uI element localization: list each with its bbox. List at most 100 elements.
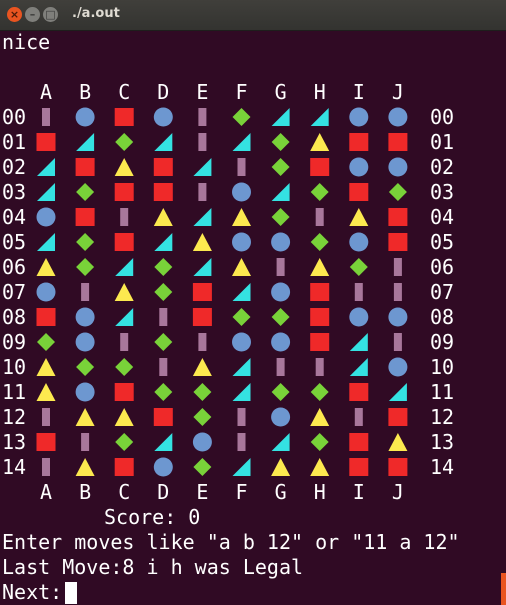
bar-piece[interactable] [315, 358, 324, 376]
triangle-piece[interactable] [75, 458, 95, 476]
triangle-piece[interactable] [310, 258, 330, 276]
wedge-piece[interactable] [154, 433, 173, 451]
bar-piece[interactable] [276, 358, 285, 376]
wedge-piece[interactable] [154, 233, 173, 251]
wedge-piece[interactable] [76, 133, 95, 151]
wedge-piece[interactable] [37, 233, 55, 251]
wedge-piece[interactable] [232, 283, 251, 301]
square-piece[interactable] [36, 133, 56, 151]
bar-piece[interactable] [159, 358, 168, 376]
diamond-piece[interactable] [310, 383, 329, 401]
bar-piece[interactable] [393, 333, 402, 351]
bar-piece[interactable] [81, 433, 90, 451]
wedge-piece[interactable] [154, 133, 173, 151]
window-titlebar[interactable]: × – □ ./a.out [0, 0, 506, 31]
triangle-piece[interactable] [192, 233, 212, 251]
wedge-piece[interactable] [193, 208, 212, 226]
diamond-piece[interactable] [154, 383, 173, 401]
diamond-piece[interactable] [115, 133, 134, 151]
wedge-piece[interactable] [271, 183, 290, 201]
triangle-piece[interactable] [75, 408, 95, 426]
diamond-piece[interactable] [310, 233, 329, 251]
square-piece[interactable] [388, 133, 408, 151]
circle-piece[interactable] [349, 107, 369, 127]
diamond-piece[interactable] [232, 308, 251, 326]
wedge-piece[interactable] [115, 258, 134, 276]
square-piece[interactable] [114, 383, 134, 401]
square-piece[interactable] [75, 158, 95, 176]
circle-piece[interactable] [388, 107, 408, 127]
triangle-piece[interactable] [36, 358, 56, 376]
triangle-piece[interactable] [153, 208, 173, 226]
bar-piece[interactable] [81, 283, 90, 301]
wedge-piece[interactable] [115, 308, 134, 326]
diamond-piece[interactable] [193, 408, 212, 426]
bar-piece[interactable] [42, 108, 50, 126]
circle-piece[interactable] [388, 307, 408, 327]
bar-piece[interactable] [198, 133, 207, 151]
square-piece[interactable] [75, 208, 95, 226]
diamond-piece[interactable] [115, 358, 134, 376]
triangle-piece[interactable] [310, 133, 330, 151]
triangle-piece[interactable] [310, 408, 330, 426]
bar-piece[interactable] [237, 158, 246, 176]
triangle-piece[interactable] [36, 258, 56, 276]
diamond-piece[interactable] [154, 283, 173, 301]
square-piece[interactable] [349, 133, 369, 151]
square-piece[interactable] [310, 333, 330, 351]
bar-piece[interactable] [393, 258, 402, 276]
triangle-piece[interactable] [114, 408, 134, 426]
square-piece[interactable] [310, 308, 330, 326]
diamond-piece[interactable] [193, 383, 212, 401]
circle-piece[interactable] [388, 157, 408, 177]
bar-piece[interactable] [237, 408, 246, 426]
triangle-piece[interactable] [232, 208, 251, 226]
wedge-piece[interactable] [349, 358, 368, 376]
bar-piece[interactable] [354, 283, 363, 301]
square-piece[interactable] [349, 458, 369, 476]
diamond-piece[interactable] [76, 258, 95, 276]
bar-piece[interactable] [198, 108, 207, 126]
bar-piece[interactable] [315, 208, 324, 226]
circle-piece[interactable] [75, 107, 95, 127]
diamond-piece[interactable] [310, 433, 329, 451]
bar-piece[interactable] [393, 283, 402, 301]
maximize-icon[interactable]: □ [43, 7, 58, 22]
square-piece[interactable] [114, 108, 134, 126]
bar-piece[interactable] [120, 333, 129, 351]
minimize-icon[interactable]: – [25, 7, 40, 22]
square-piece[interactable] [36, 433, 56, 451]
circle-piece[interactable] [75, 332, 95, 352]
circle-piece[interactable] [349, 307, 369, 327]
bar-piece[interactable] [120, 208, 129, 226]
wedge-piece[interactable] [388, 383, 407, 401]
square-piece[interactable] [114, 458, 134, 476]
diamond-piece[interactable] [193, 458, 212, 476]
diamond-piece[interactable] [154, 258, 173, 276]
diamond-piece[interactable] [115, 433, 134, 451]
circle-piece[interactable] [153, 107, 173, 127]
bar-piece[interactable] [42, 408, 50, 426]
wedge-piece[interactable] [232, 358, 251, 376]
diamond-piece[interactable] [154, 333, 173, 351]
circle-piece[interactable] [232, 232, 251, 252]
circle-piece[interactable] [271, 232, 291, 252]
square-piece[interactable] [388, 233, 408, 251]
wedge-piece[interactable] [232, 133, 251, 151]
square-piece[interactable] [153, 158, 173, 176]
terminal-area[interactable]: nice A A B B C C D D E E F F G G H H I I J J 00 00 01 01 02 02 03 0… [0, 30, 506, 605]
square-piece[interactable] [36, 308, 56, 326]
square-piece[interactable] [310, 158, 330, 176]
triangle-piece[interactable] [232, 258, 251, 276]
square-piece[interactable] [192, 283, 212, 301]
circle-piece[interactable] [153, 457, 173, 477]
diamond-piece[interactable] [76, 233, 95, 251]
square-piece[interactable] [114, 233, 134, 251]
square-piece[interactable] [114, 183, 134, 201]
circle-piece[interactable] [349, 232, 369, 252]
triangle-piece[interactable] [114, 158, 134, 176]
diamond-piece[interactable] [349, 258, 368, 276]
square-piece[interactable] [349, 383, 369, 401]
wedge-piece[interactable] [310, 108, 329, 126]
wedge-piece[interactable] [271, 433, 290, 451]
